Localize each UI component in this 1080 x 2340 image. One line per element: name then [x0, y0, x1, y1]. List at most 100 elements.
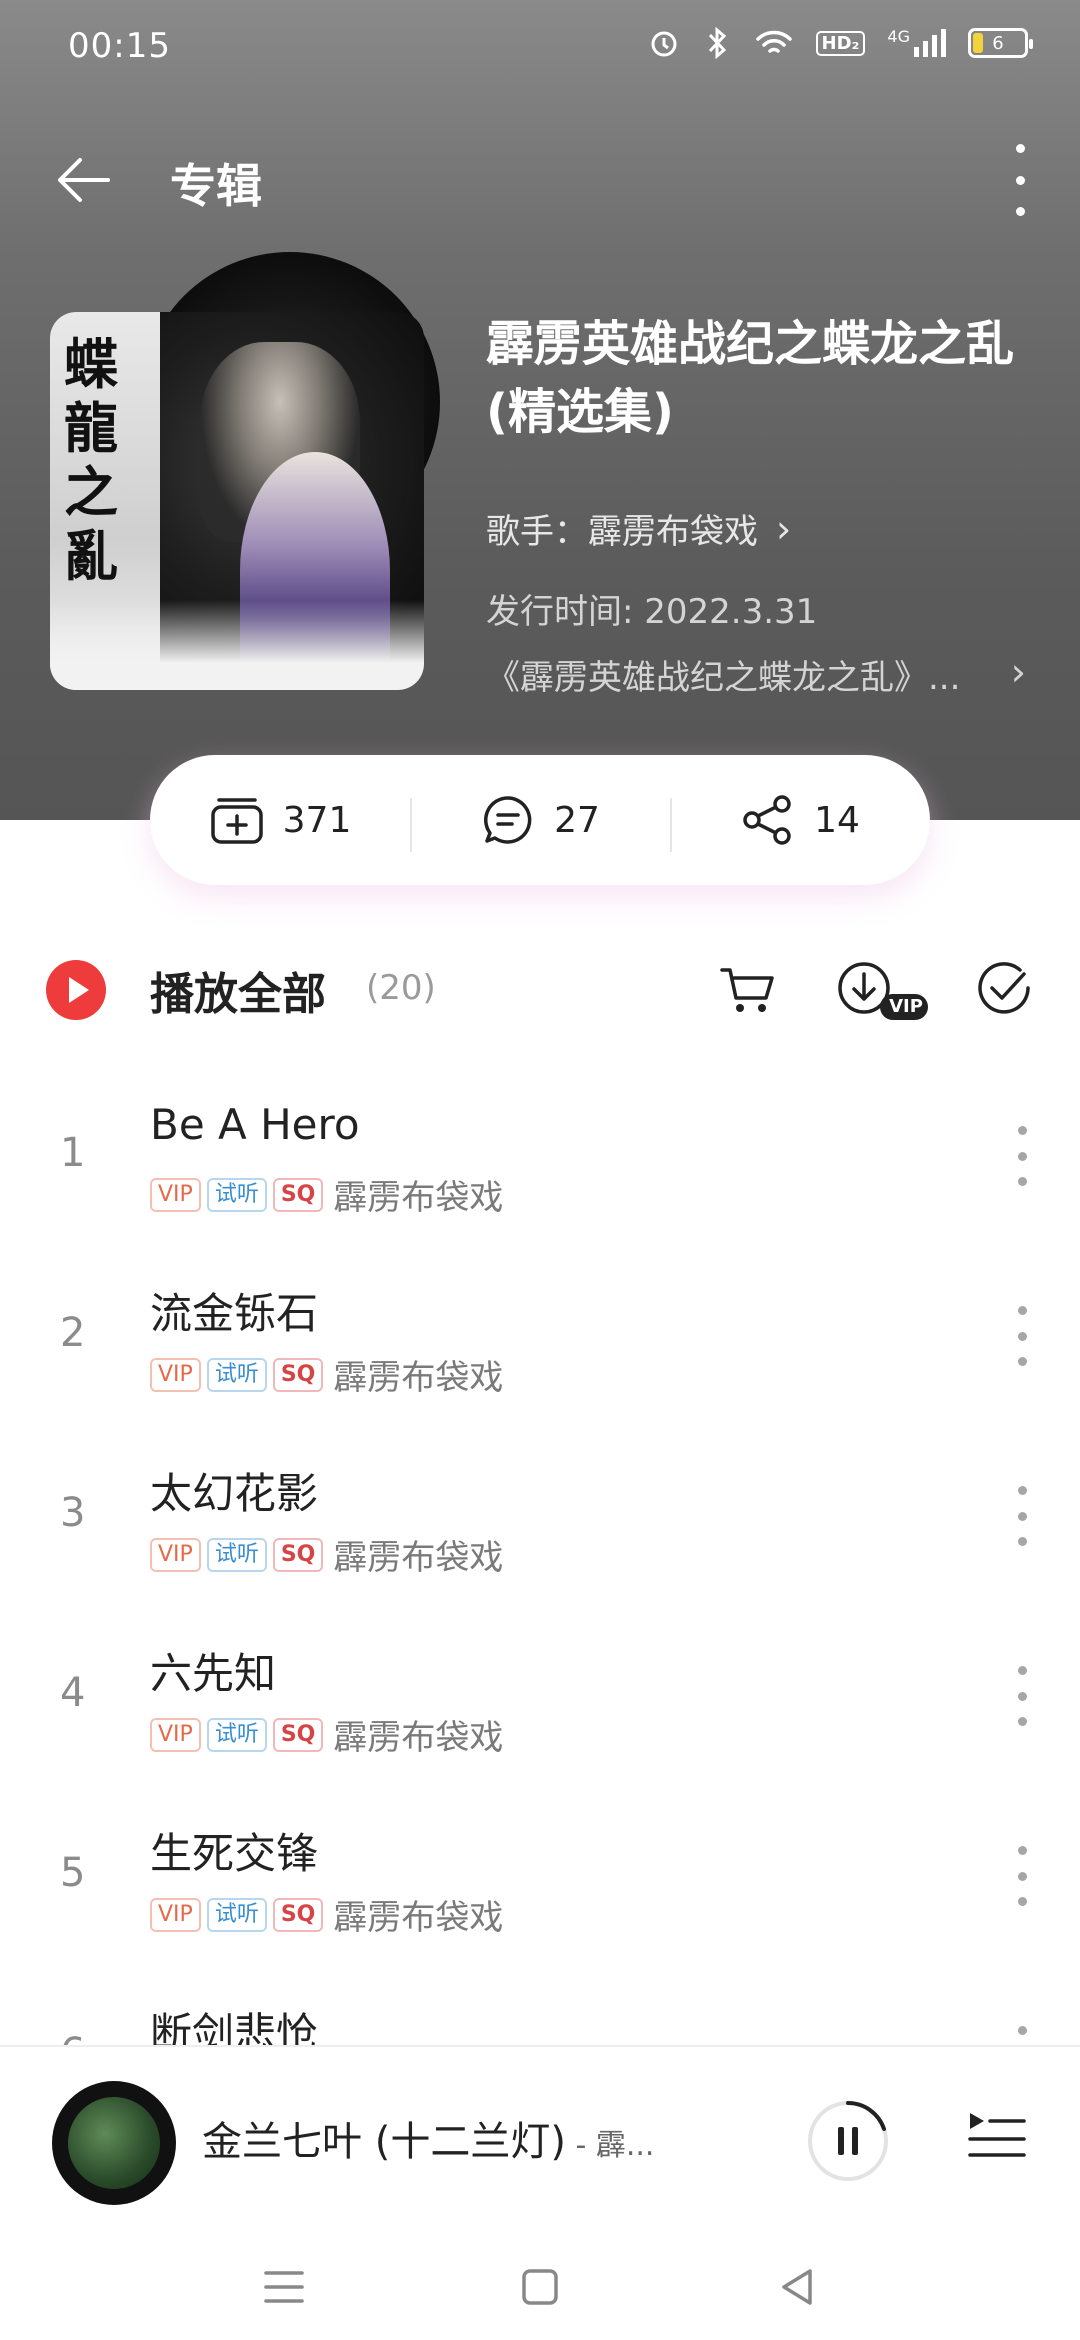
now-playing-cover[interactable] — [52, 2081, 176, 2205]
sq-tag: SQ — [272, 1177, 324, 1212]
song-artist: 霹雳布袋戏 — [333, 1898, 504, 1938]
vip-tag: VIP — [150, 1177, 201, 1212]
page-title: 专辑 — [170, 159, 262, 213]
song-row[interactable]: 4 六先知 VIP 试听 SQ 霹雳布袋戏 — [0, 1608, 1080, 1788]
trial-tag: 试听 — [206, 1357, 267, 1392]
mini-player[interactable]: 金兰七叶 (十二兰灯) - 霹... — [0, 2045, 1080, 2235]
trial-tag: 试听 — [206, 1537, 267, 1572]
song-artist: 霹雳布袋戏 — [333, 1538, 504, 1578]
battery-icon: 6 — [968, 28, 1033, 58]
bluetooth-icon — [702, 26, 732, 60]
song-more-button[interactable] — [1014, 1126, 1030, 1186]
song-meta: VIP 试听 SQ 霹雳布袋戏 — [150, 1530, 503, 1579]
song-more-button[interactable] — [1014, 1666, 1030, 1726]
song-number: 5 — [60, 1850, 86, 1896]
network-type-label: 4G — [887, 27, 910, 46]
back-button[interactable] — [52, 148, 116, 212]
song-artist: 霹雳布袋戏 — [333, 1178, 504, 1218]
song-title: 生死交锋 — [150, 1829, 319, 1878]
song-row[interactable]: 3 太幻花影 VIP 试听 SQ 霹雳布袋戏 — [0, 1428, 1080, 1608]
song-meta: VIP 试听 SQ 霹雳布袋戏 — [150, 1350, 503, 1399]
signal-icon: 4G — [887, 27, 946, 59]
system-navigation-bar — [0, 2235, 1080, 2340]
album-page: 00:15 HD₂ 4G 6 专辑 蝶龍之亂 霹雳英雄战纪之蝶龙之乱 (精选集)… — [0, 0, 1080, 2340]
song-meta: VIP 试听 SQ 霹雳布袋戏 — [150, 1710, 503, 1759]
album-cover[interactable]: 蝶龍之亂 — [50, 312, 424, 690]
download-vip-button[interactable]: VIP — [836, 958, 932, 1022]
sq-tag: SQ — [272, 1357, 324, 1392]
comments-button[interactable]: 27 — [410, 792, 670, 852]
more-options-button[interactable] — [1008, 144, 1032, 216]
song-row[interactable]: 1 Be A Hero VIP 试听 SQ 霹雳布袋戏 — [0, 1068, 1080, 1248]
playlist-icon[interactable] — [966, 2107, 1026, 2167]
song-meta: VIP 试听 SQ 霹雳布袋戏 — [150, 1170, 503, 1219]
album-title: 霹雳英雄战纪之蝶龙之乱 (精选集) — [486, 316, 1015, 440]
trial-tag: 试听 — [206, 1717, 267, 1752]
chevron-right-icon: › — [1010, 650, 1026, 694]
home-icon[interactable] — [518, 2265, 562, 2309]
song-title: 太幻花影 — [150, 1469, 319, 1518]
song-row[interactable]: 5 生死交锋 VIP 试听 SQ 霹雳布袋戏 — [0, 1788, 1080, 1968]
song-more-button[interactable] — [1014, 1306, 1030, 1366]
sq-tag: SQ — [272, 1537, 324, 1572]
hd-icon: HD₂ — [815, 30, 866, 56]
sq-tag: SQ — [272, 1897, 324, 1932]
album-actions: 371 27 14 — [150, 755, 930, 885]
play-all-row: 播放全部 (20) VIP — [0, 940, 1080, 1040]
song-number: 2 — [60, 1310, 86, 1356]
now-playing-artist: - 霹... — [565, 2128, 655, 2163]
share-icon — [743, 795, 791, 845]
song-meta: VIP 试听 SQ 霹雳布袋戏 — [150, 1890, 503, 1939]
battery-level: 6 — [992, 32, 1004, 54]
trial-tag: 试听 — [206, 1177, 267, 1212]
song-title: Be A Hero — [150, 1100, 360, 1149]
album-description[interactable]: 《霹雳英雄战纪之蝶龙之乱》... › — [486, 650, 1026, 699]
menu-icon[interactable] — [262, 2265, 306, 2309]
alarm-icon — [648, 27, 680, 59]
status-time: 00:15 — [68, 26, 171, 66]
chevron-right-icon: › — [776, 506, 792, 551]
cart-icon[interactable] — [716, 958, 780, 1022]
vip-tag: VIP — [150, 1897, 201, 1932]
play-all-label[interactable]: 播放全部 — [150, 958, 326, 1022]
share-button[interactable]: 14 — [670, 792, 930, 852]
song-number: 3 — [60, 1490, 86, 1536]
song-more-button[interactable] — [1014, 1486, 1030, 1546]
artist-link[interactable]: 歌手：霹雳布袋戏 › — [486, 504, 791, 553]
multi-select-icon[interactable] — [972, 958, 1036, 1022]
album-description-text: 《霹雳英雄战纪之蝶龙之乱》... — [486, 658, 961, 698]
song-more-button[interactable] — [1014, 1846, 1030, 1906]
now-playing-text[interactable]: 金兰七叶 (十二兰灯) - 霹... — [202, 2109, 662, 2167]
collect-button[interactable]: 371 — [150, 794, 410, 846]
song-number: 1 — [60, 1130, 86, 1176]
collect-count: 371 — [282, 799, 352, 841]
vip-badge: VIP — [889, 996, 923, 1017]
back-nav-icon[interactable] — [776, 2265, 820, 2309]
status-icons: HD₂ 4G 6 — [648, 26, 1033, 60]
now-playing-title: 金兰七叶 (十二兰灯) — [202, 2119, 566, 2165]
song-artist: 霹雳布袋戏 — [333, 1718, 504, 1758]
vip-tag: VIP — [150, 1537, 201, 1572]
share-count: 14 — [814, 799, 860, 841]
release-date: 发行时间: 2022.3.31 — [486, 592, 818, 632]
song-row[interactable]: 2 流金铄石 VIP 试听 SQ 霹雳布袋戏 — [0, 1248, 1080, 1428]
vip-tag: VIP — [150, 1717, 201, 1752]
trial-tag: 试听 — [206, 1897, 267, 1932]
status-bar: 00:15 HD₂ 4G 6 — [0, 0, 1080, 96]
comment-count: 27 — [554, 799, 600, 841]
play-all-button[interactable] — [46, 960, 106, 1020]
song-title: 六先知 — [150, 1649, 277, 1698]
sq-tag: SQ — [272, 1717, 324, 1752]
comment-icon — [484, 796, 532, 844]
album-cover-calligraphy: 蝶龍之亂 — [64, 332, 118, 588]
vip-tag: VIP — [150, 1357, 201, 1392]
artist-label: 歌手：霹雳布袋戏 — [486, 512, 758, 552]
song-number: 4 — [60, 1670, 86, 1716]
wifi-icon — [754, 27, 794, 59]
app-bar: 专辑 — [0, 130, 1080, 230]
collect-icon — [210, 798, 263, 844]
pause-button[interactable] — [806, 2099, 890, 2183]
song-title: 流金铄石 — [150, 1289, 319, 1338]
track-count: (20) — [366, 968, 436, 1008]
song-artist: 霹雳布袋戏 — [333, 1358, 504, 1398]
